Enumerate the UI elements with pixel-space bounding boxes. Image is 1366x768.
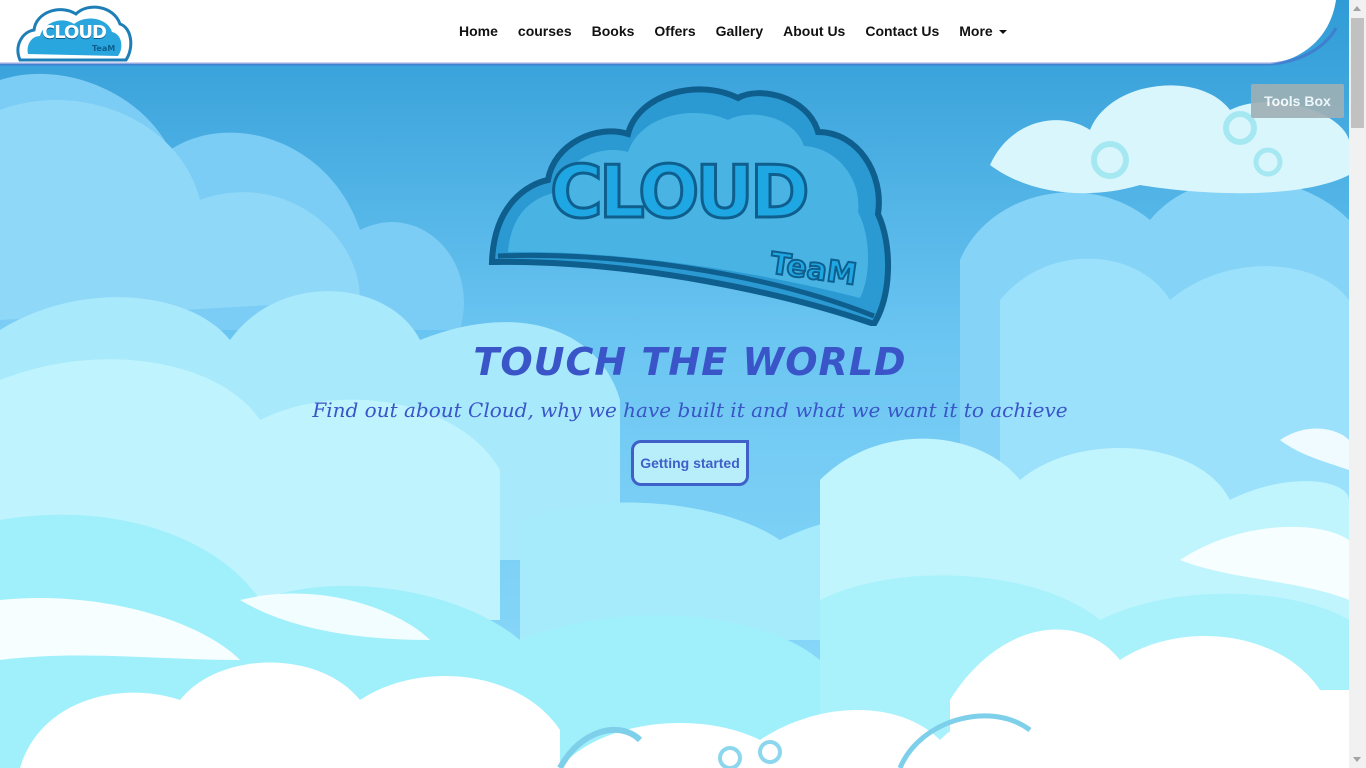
hero-subtitle: Find out about Cloud, why we have built …	[312, 398, 1068, 422]
nav-item-courses[interactable]: courses	[508, 23, 582, 39]
brand-logo-subtext: TeaM	[92, 44, 116, 53]
nav-item-contact-us[interactable]: Contact Us	[855, 23, 949, 39]
hero-logo: CLOUD TeaM	[488, 84, 892, 328]
hero-logo-text: CLOUD	[549, 149, 812, 236]
scroll-up-icon[interactable]	[1353, 6, 1361, 11]
scroll-down-icon[interactable]	[1353, 757, 1361, 762]
nav-item-more-label: More	[959, 23, 993, 39]
brand-logo[interactable]: CLOUD TeaM	[14, 2, 134, 64]
hero-title: TOUCH THE WORLD	[473, 340, 907, 384]
nav-item-gallery[interactable]: Gallery	[706, 23, 773, 39]
nav-item-books[interactable]: Books	[582, 23, 645, 39]
nav-item-offers[interactable]: Offers	[644, 23, 705, 39]
brand-logo-text: CLOUD	[42, 22, 107, 43]
top-navbar: CLOUD TeaM Home courses Books Offers Gal…	[0, 0, 1349, 66]
nav-item-more-dropdown[interactable]: More	[949, 23, 1016, 39]
scrollbar-thumb[interactable]	[1351, 18, 1364, 128]
caret-down-icon	[998, 30, 1007, 35]
tools-box-button[interactable]: Tools Box	[1251, 84, 1344, 118]
nav-item-home[interactable]: Home	[449, 23, 508, 39]
nav-item-about-us[interactable]: About Us	[773, 23, 855, 39]
page-scrollbar[interactable]	[1349, 0, 1366, 768]
getting-started-button[interactable]: Getting started	[631, 440, 749, 486]
main-nav: Home courses Books Offers Gallery About …	[449, 0, 1017, 62]
